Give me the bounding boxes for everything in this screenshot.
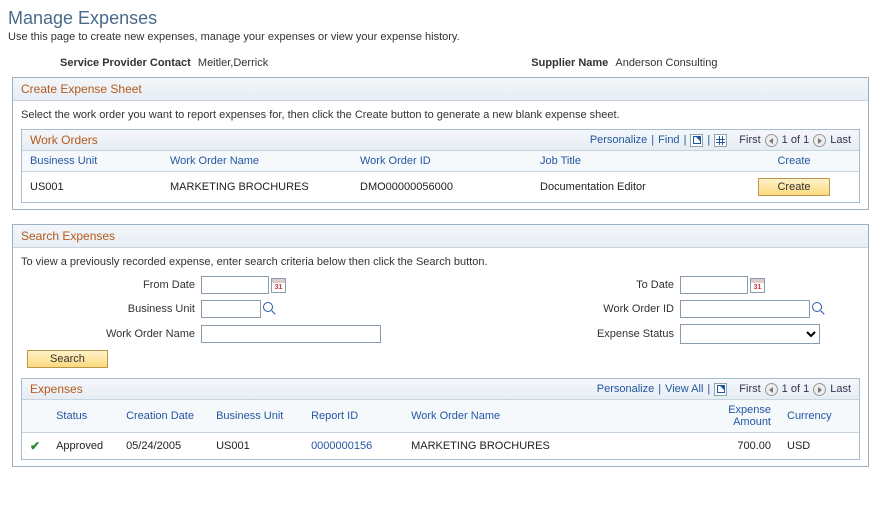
separator: | xyxy=(658,383,661,395)
col-business-unit[interactable]: Business Unit xyxy=(22,151,162,172)
find-link[interactable]: Find xyxy=(658,134,679,146)
business-unit-input[interactable] xyxy=(201,300,261,318)
work-order-name-label: Work Order Name xyxy=(21,328,201,340)
work-orders-title: Work Orders xyxy=(30,133,98,147)
zoom-icon[interactable] xyxy=(690,134,703,147)
next-icon[interactable] xyxy=(813,383,826,396)
provider-contact-value: Meitler,Derrick xyxy=(198,57,268,69)
personalize-link[interactable]: Personalize xyxy=(597,383,654,395)
separator: | xyxy=(707,383,710,395)
report-id-link[interactable]: 0000000156 xyxy=(311,440,372,452)
col-work-order-name[interactable]: Work Order Name xyxy=(162,151,352,172)
nav-count: 1 of 1 xyxy=(782,134,810,146)
col-work-order-id[interactable]: Work Order ID xyxy=(352,151,532,172)
cell-work-order-name: MARKETING BROCHURES xyxy=(403,433,699,460)
cell-currency: USD xyxy=(779,433,859,460)
supplier-name-value: Anderson Consulting xyxy=(615,57,717,69)
work-orders-table: Work Orders Personalize | Find | | First… xyxy=(21,129,860,203)
prev-icon[interactable] xyxy=(765,134,778,147)
work-order-name-input[interactable] xyxy=(201,325,381,343)
create-button[interactable]: Create xyxy=(758,178,829,196)
view-all-link[interactable]: View All xyxy=(665,383,703,395)
col-create: Create xyxy=(729,151,859,172)
create-expense-instruction: Select the work order you want to report… xyxy=(21,109,860,121)
work-order-id-input[interactable] xyxy=(680,300,810,318)
from-date-label: From Date xyxy=(21,279,201,291)
col-job-title[interactable]: Job Title xyxy=(532,151,729,172)
col-work-order-name[interactable]: Work Order Name xyxy=(403,400,699,433)
expense-status-select[interactable] xyxy=(680,324,820,344)
search-button[interactable]: Search xyxy=(27,350,108,368)
separator: | xyxy=(684,134,687,146)
zoom-icon[interactable] xyxy=(714,383,727,396)
create-expense-title: Create Expense Sheet xyxy=(13,78,868,101)
lookup-icon[interactable] xyxy=(812,302,826,316)
next-icon[interactable] xyxy=(813,134,826,147)
work-order-row: US001 MARKETING BROCHURES DMO00000056000… xyxy=(22,172,859,203)
nav-last[interactable]: Last xyxy=(830,134,851,146)
business-unit-label: Business Unit xyxy=(21,303,201,315)
supplier-name-label: Supplier Name xyxy=(531,57,608,69)
cell-status: Approved xyxy=(48,433,118,460)
separator: | xyxy=(651,134,654,146)
expenses-header-row: Status Creation Date Business Unit Repor… xyxy=(22,400,859,433)
check-icon: ✔ xyxy=(30,439,40,453)
lookup-icon[interactable] xyxy=(263,302,277,316)
calendar-icon[interactable] xyxy=(750,278,765,293)
col-creation-date[interactable]: Creation Date xyxy=(118,400,208,433)
cell-work-order-id: DMO00000056000 xyxy=(352,172,532,203)
download-icon[interactable] xyxy=(714,134,727,147)
to-date-label: To Date xyxy=(530,279,680,291)
personalize-link[interactable]: Personalize xyxy=(590,134,647,146)
cell-business-unit: US001 xyxy=(208,433,303,460)
search-expenses-panel: Search Expenses To view a previously rec… xyxy=(12,224,869,467)
nav-last[interactable]: Last xyxy=(830,383,851,395)
provider-contact-label: Service Provider Contact xyxy=(60,57,191,69)
calendar-icon[interactable] xyxy=(271,278,286,293)
cell-work-order-name: MARKETING BROCHURES xyxy=(162,172,352,203)
page-title: Manage Expenses xyxy=(8,8,873,29)
col-status[interactable]: Status xyxy=(48,400,118,433)
work-order-id-label: Work Order ID xyxy=(530,303,680,315)
cell-expense-amount: 700.00 xyxy=(699,433,779,460)
expenses-table: Expenses Personalize | View All | First … xyxy=(21,378,860,460)
create-expense-panel: Create Expense Sheet Select the work ord… xyxy=(12,77,869,210)
search-expenses-instruction: To view a previously recorded expense, e… xyxy=(21,256,860,268)
prev-icon[interactable] xyxy=(765,383,778,396)
page-description: Use this page to create new expenses, ma… xyxy=(8,31,873,43)
from-date-input[interactable] xyxy=(201,276,269,294)
expense-row: ✔ Approved 05/24/2005 US001 0000000156 M… xyxy=(22,433,859,460)
work-orders-header-row: Business Unit Work Order Name Work Order… xyxy=(22,151,859,172)
expenses-title: Expenses xyxy=(30,382,83,396)
col-expense-amount[interactable]: Expense Amount xyxy=(699,400,779,433)
separator: | xyxy=(707,134,710,146)
expense-status-label: Expense Status xyxy=(530,328,680,340)
cell-business-unit: US001 xyxy=(22,172,162,203)
cell-job-title: Documentation Editor xyxy=(532,172,729,203)
contact-row: Service Provider Contact Meitler,Derrick… xyxy=(8,57,873,69)
col-currency[interactable]: Currency xyxy=(779,400,859,433)
col-business-unit[interactable]: Business Unit xyxy=(208,400,303,433)
nav-count: 1 of 1 xyxy=(782,383,810,395)
col-report-id[interactable]: Report ID xyxy=(303,400,403,433)
nav-first[interactable]: First xyxy=(739,134,760,146)
nav-first[interactable]: First xyxy=(739,383,760,395)
to-date-input[interactable] xyxy=(680,276,748,294)
search-expenses-title: Search Expenses xyxy=(13,225,868,248)
cell-creation-date: 05/24/2005 xyxy=(118,433,208,460)
